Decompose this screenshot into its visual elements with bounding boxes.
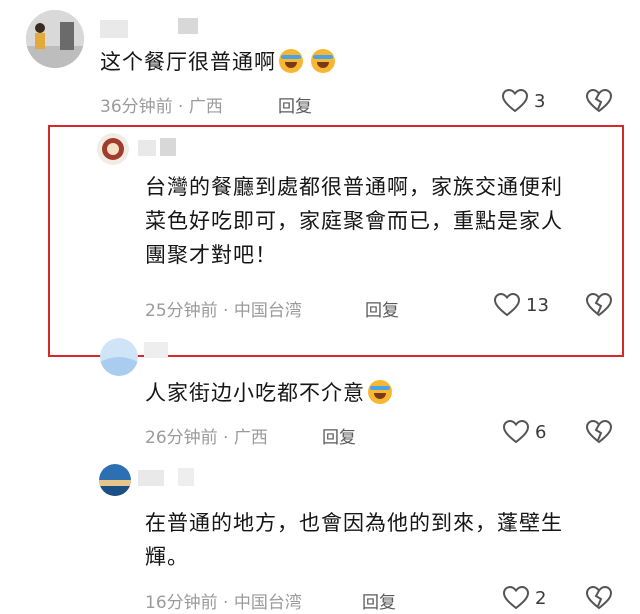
like-button[interactable]: 2 bbox=[503, 586, 546, 610]
username-redacted[interactable] bbox=[144, 342, 168, 358]
like-count: 13 bbox=[526, 294, 549, 316]
avatar[interactable] bbox=[99, 464, 131, 496]
comment-text: 人家街边小吃都不介意 bbox=[145, 376, 392, 410]
heart-outline-icon bbox=[503, 586, 529, 610]
username-redacted[interactable] bbox=[138, 140, 156, 156]
comment-text: 在普通的地方，也會因為他的到來，蓬壁生 輝。 bbox=[145, 511, 563, 569]
heart-outline-icon bbox=[503, 420, 529, 444]
like-button[interactable]: 6 bbox=[503, 420, 546, 444]
dislike-button[interactable] bbox=[585, 585, 613, 614]
comment-timestamp-location: 36分钟前 · 广西 bbox=[100, 97, 223, 117]
crying-laughing-emoji-icon bbox=[279, 49, 303, 73]
username-redacted bbox=[178, 18, 198, 34]
username-redacted bbox=[178, 468, 194, 486]
broken-heart-icon bbox=[585, 419, 613, 444]
comment-timestamp-location: 26分钟前 · 广西 bbox=[145, 428, 268, 448]
avatar-photo bbox=[97, 133, 129, 165]
broken-heart-icon bbox=[585, 585, 613, 610]
reply-button[interactable]: 回复 bbox=[362, 588, 396, 613]
username-redacted[interactable] bbox=[138, 470, 164, 486]
avatar-photo bbox=[100, 338, 138, 376]
avatar[interactable] bbox=[100, 338, 138, 376]
username-redacted[interactable] bbox=[100, 20, 128, 38]
avatar[interactable] bbox=[26, 10, 84, 68]
dislike-button[interactable] bbox=[585, 88, 613, 117]
reply-button[interactable]: 回复 bbox=[278, 92, 312, 117]
crying-laughing-emoji-icon bbox=[368, 380, 392, 404]
dislike-button[interactable] bbox=[585, 419, 613, 448]
like-button[interactable]: 3 bbox=[502, 89, 545, 113]
like-button[interactable]: 13 bbox=[494, 293, 549, 317]
avatar[interactable] bbox=[97, 133, 129, 165]
crying-laughing-emoji-icon bbox=[311, 49, 335, 73]
dislike-button[interactable] bbox=[585, 292, 613, 321]
username-redacted bbox=[160, 138, 176, 156]
comment-text: 这个餐厅很普通啊 bbox=[100, 45, 335, 79]
reply-button[interactable]: 回复 bbox=[365, 296, 399, 321]
like-count: 3 bbox=[534, 90, 546, 112]
avatar-photo bbox=[26, 10, 84, 68]
reply-button[interactable]: 回复 bbox=[322, 423, 356, 448]
heart-outline-icon bbox=[502, 89, 528, 113]
avatar-photo bbox=[99, 464, 131, 496]
comment-timestamp-location: 25分钟前 · 中国台湾 bbox=[145, 301, 302, 321]
broken-heart-icon bbox=[585, 88, 613, 113]
like-count: 2 bbox=[535, 587, 547, 609]
comment-text: 台灣的餐廳到處都很普通啊，家族交通便利 菜色好吃即可，家庭聚會而已，重點是家人 … bbox=[145, 175, 563, 267]
broken-heart-icon bbox=[585, 292, 613, 317]
comment-timestamp-location: 16分钟前 · 中国台湾 bbox=[145, 593, 302, 613]
heart-outline-icon bbox=[494, 293, 520, 317]
like-count: 6 bbox=[535, 421, 547, 443]
